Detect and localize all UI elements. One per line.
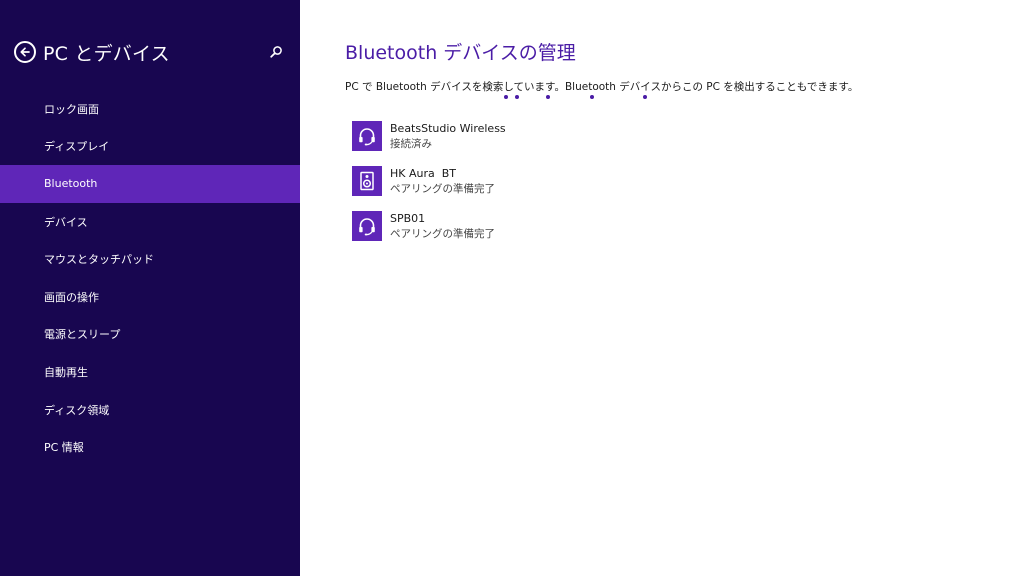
device-status: ペアリングの準備完了 xyxy=(390,182,495,195)
device-name: BeatsStudio Wireless xyxy=(390,122,506,135)
sidebar-item-disk-space[interactable]: ディスク領域 xyxy=(0,391,300,429)
sidebar: PC とデバイス ロック画面 ディスプレイ Bluetooth デバイス マウス… xyxy=(0,0,300,576)
sidebar-header: PC とデバイス xyxy=(14,38,290,66)
headset-icon xyxy=(352,121,382,151)
progress-dot xyxy=(515,95,519,99)
sidebar-nav: ロック画面 ディスプレイ Bluetooth デバイス マウスとタッチパッド 画… xyxy=(0,90,300,466)
sidebar-item-mouse-touchpad[interactable]: マウスとタッチパッド xyxy=(0,240,300,278)
sidebar-item-label: 自動再生 xyxy=(44,365,88,379)
device-text: HK Aura BT ペアリングの準備完了 xyxy=(390,167,495,196)
progress-dot xyxy=(643,95,647,99)
sidebar-item-corners-edges[interactable]: 画面の操作 xyxy=(0,278,300,316)
sidebar-item-pc-info[interactable]: PC 情報 xyxy=(0,428,300,466)
sidebar-item-bluetooth[interactable]: Bluetooth xyxy=(0,165,300,203)
progress-dot xyxy=(504,95,508,99)
sidebar-item-autoplay[interactable]: 自動再生 xyxy=(0,353,300,391)
search-icon[interactable] xyxy=(268,44,284,60)
sidebar-item-label: デバイス xyxy=(44,215,88,229)
sidebar-item-label: 電源とスリープ xyxy=(44,328,121,342)
search-description: PC で Bluetooth デバイスを検索しています。Bluetooth デバ… xyxy=(345,81,859,93)
pc-settings-window: PC とデバイス ロック画面 ディスプレイ Bluetooth デバイス マウス… xyxy=(0,0,1024,576)
sidebar-item-devices[interactable]: デバイス xyxy=(0,203,300,241)
headset-icon xyxy=(352,211,382,241)
sidebar-title: PC とデバイス xyxy=(43,42,170,65)
sidebar-item-lock-screen[interactable]: ロック画面 xyxy=(0,90,300,128)
back-arrow-circle-icon[interactable] xyxy=(14,41,36,63)
device-text: SPB01 ペアリングの準備完了 xyxy=(390,212,495,241)
sidebar-item-label: マウスとタッチパッド xyxy=(44,253,154,267)
progress-dot xyxy=(590,95,594,99)
sidebar-item-display[interactable]: ディスプレイ xyxy=(0,128,300,166)
sidebar-item-label: Bluetooth xyxy=(44,177,98,191)
sidebar-item-label: ロック画面 xyxy=(44,102,99,116)
main-content: Bluetooth デバイスの管理 PC で Bluetooth デバイスを検索… xyxy=(300,0,1024,576)
device-status: 接続済み xyxy=(390,137,432,150)
progress-dot xyxy=(546,95,550,99)
sidebar-item-label: ディスク領域 xyxy=(44,403,110,417)
sidebar-item-power-sleep[interactable]: 電源とスリープ xyxy=(0,316,300,354)
speaker-icon xyxy=(352,166,382,196)
device-list: BeatsStudio Wireless 接続済み HK Aura BT ペアリ… xyxy=(352,121,506,256)
sidebar-item-label: 画面の操作 xyxy=(44,290,99,304)
progress-indicator xyxy=(300,95,1024,101)
page-title: Bluetooth デバイスの管理 xyxy=(345,42,576,64)
device-item[interactable]: HK Aura BT ペアリングの準備完了 xyxy=(352,166,506,211)
sidebar-item-label: ディスプレイ xyxy=(44,140,110,154)
device-text: BeatsStudio Wireless 接続済み xyxy=(390,122,506,151)
device-item[interactable]: BeatsStudio Wireless 接続済み xyxy=(352,121,506,166)
sidebar-item-label: PC 情報 xyxy=(44,441,84,455)
device-name: SPB01 xyxy=(390,212,426,225)
device-name: HK Aura BT xyxy=(390,167,456,180)
device-status: ペアリングの準備完了 xyxy=(390,227,495,240)
device-item[interactable]: SPB01 ペアリングの準備完了 xyxy=(352,211,506,256)
